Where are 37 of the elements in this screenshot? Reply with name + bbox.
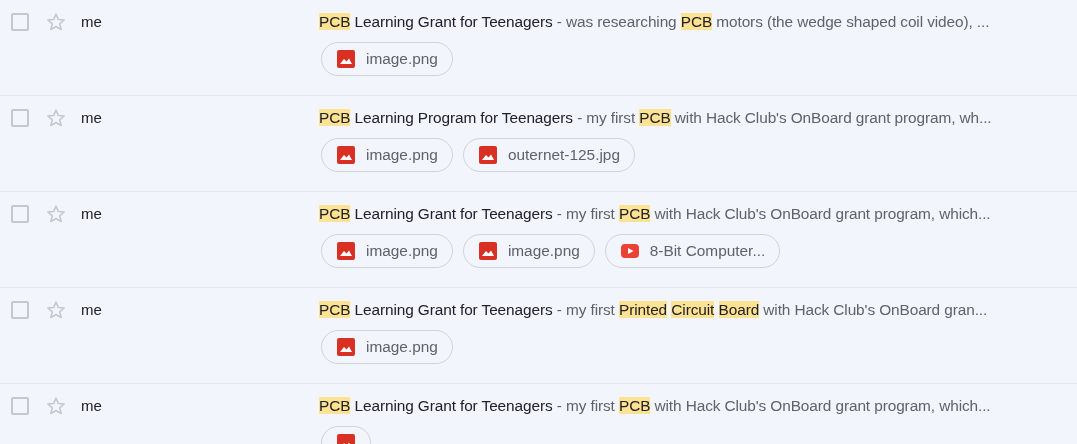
image-icon bbox=[336, 241, 356, 261]
email-snippet: - my first PCB with Hack Club's OnBoard grant program, wh... bbox=[577, 108, 992, 128]
email-row[interactable]: me PCB Learning Grant for Teenagers - my first Printed Circuit Board with Hack Club's OnBoard gran... image.png bbox=[0, 288, 1077, 384]
checkbox[interactable] bbox=[11, 109, 29, 127]
checkbox[interactable] bbox=[11, 301, 29, 319]
email-snippet: - was researching PCB motors (the wedge shaped coil video), ... bbox=[556, 12, 990, 32]
star-icon[interactable] bbox=[46, 12, 66, 32]
email-subject: PCB Learning Grant for Teenagers bbox=[319, 396, 553, 416]
email-row[interactable]: me PCB Learning Grant for Teenagers - my first PCB with Hack Club's OnBoard grant program, which... bbox=[0, 384, 1077, 444]
sender-name: me bbox=[81, 300, 102, 320]
email-subject: PCB Learning Grant for Teenagers bbox=[319, 204, 553, 224]
sender-name: me bbox=[81, 108, 102, 128]
checkbox[interactable] bbox=[11, 205, 29, 223]
image-icon bbox=[336, 145, 356, 165]
email-row[interactable]: me PCB Learning Grant for Teenagers - was researching PCB motors (the wedge shaped coil video), ... image.png bbox=[0, 0, 1077, 96]
email-subject: PCB Learning Grant for Teenagers bbox=[319, 300, 553, 320]
email-snippet: - my first Printed Circuit Board with Hack Club's OnBoard gran... bbox=[556, 300, 988, 320]
checkbox[interactable] bbox=[11, 13, 29, 31]
image-icon bbox=[477, 241, 498, 261]
email-row[interactable]: me PCB Learning Program for Teenagers - my first PCB with Hack Club's OnBoard grant program, wh... image.png outernet-125.jpg bbox=[0, 96, 1077, 192]
star-icon[interactable] bbox=[46, 300, 66, 320]
play-icon bbox=[619, 241, 640, 261]
image-icon bbox=[336, 49, 356, 69]
email-row[interactable]: me PCB Learning Grant for Teenagers - my first PCB with Hack Club's OnBoard grant program, which... image.png image.png 8-Bit Computer... bbox=[0, 192, 1077, 288]
email-snippet: - my first PCB with Hack Club's OnBoard grant program, which... bbox=[556, 396, 991, 416]
sender-name: me bbox=[81, 204, 102, 224]
sender-name: me bbox=[81, 396, 102, 416]
checkbox[interactable] bbox=[11, 397, 29, 415]
email-snippet: - my first PCB with Hack Club's OnBoard grant program, which... bbox=[556, 204, 991, 224]
email-subject: PCB Learning Grant for Teenagers bbox=[319, 12, 553, 32]
star-icon[interactable] bbox=[46, 108, 66, 128]
star-icon[interactable] bbox=[46, 396, 66, 416]
image-icon bbox=[477, 145, 498, 165]
star-icon[interactable] bbox=[46, 204, 66, 224]
sender-name: me bbox=[81, 12, 102, 32]
image-icon bbox=[336, 337, 356, 357]
email-subject: PCB Learning Program for Teenagers bbox=[319, 108, 573, 128]
